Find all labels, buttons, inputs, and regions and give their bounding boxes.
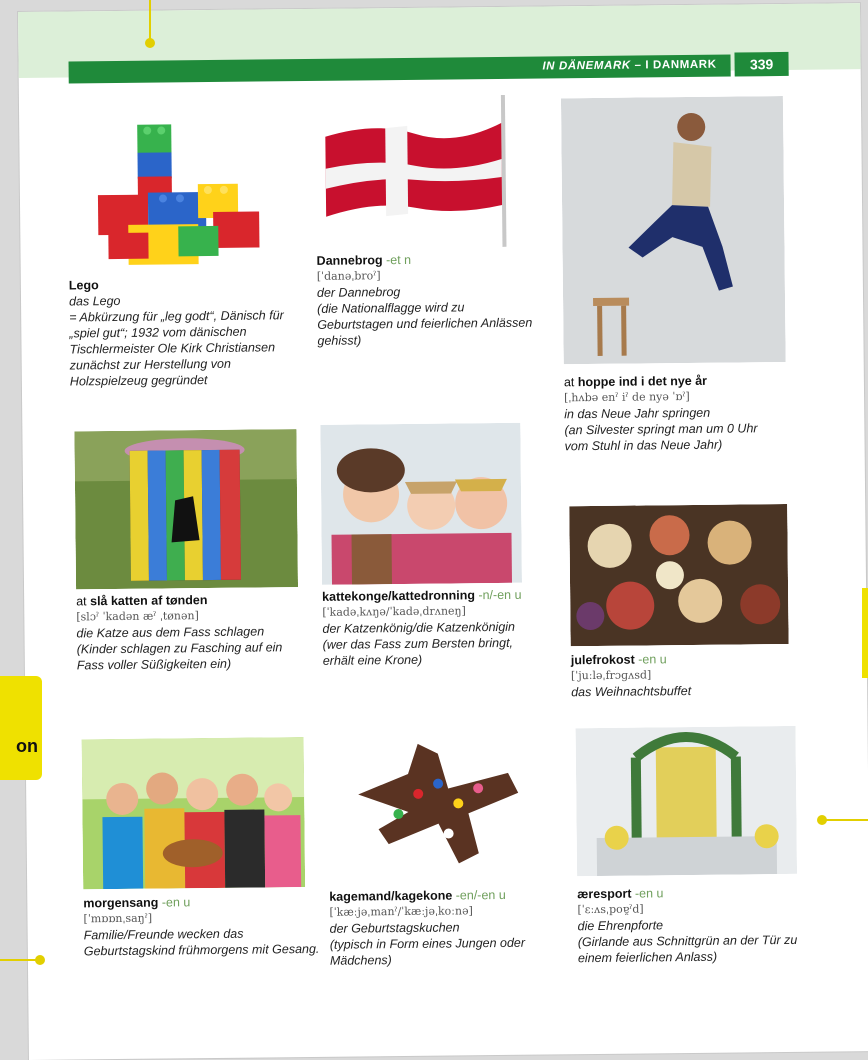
entry-note: (Girlande aus Schnittgrün an der Tür zu … [577, 932, 798, 966]
entry-note: (typisch in Form eines Jungen oder Mädch… [329, 935, 526, 968]
side-tab: on [0, 676, 42, 780]
entry-lego: Lego das Lego = Abkürzung für „leg godt“… [69, 275, 306, 389]
side-tab-right [862, 588, 868, 678]
entry-grammar: -en/-en u [452, 887, 506, 903]
entry-headword: hoppe ind i det nye år [577, 373, 708, 390]
hoppe-photo [560, 95, 786, 365]
entry-note: (wer das Fass zum Bersten bringt, erhält… [322, 635, 514, 668]
morgensang-photo [81, 737, 306, 890]
entry-headword: æresport [577, 886, 632, 902]
aeresport-photo [575, 725, 798, 877]
pin-dot [35, 955, 45, 965]
danish-flag-image [314, 94, 513, 249]
entry-headword: Lego [68, 278, 99, 293]
singing-friends-image [81, 737, 306, 890]
entry-grammar: -en u [634, 652, 667, 667]
dannebrog-photo [314, 94, 513, 249]
entry-kagemand: kagemand/kagekone -en/-en u [ˈkæːjəˌmanˀ… [329, 886, 570, 969]
entry-grammar: -en u [158, 895, 191, 910]
entry-note: (Kinder schlagen zu Fasching auf ein Fas… [76, 640, 283, 673]
entry-dannebrog: Dannebrog -et n [ˈdanəˌbroˀ] der Dannebr… [317, 251, 538, 349]
entry-headword: kattekonge/kattedronning [322, 588, 476, 604]
dictionary-page: IN DÄNEMARK – I DANMARK 339 Lego das Leg… [18, 3, 868, 1060]
entry-kattekonge: kattekonge/kattedronning -n/-en u [ˈkadə… [322, 587, 543, 669]
entry-translation: Familie/Freunde wecken das Geburtstagski… [83, 926, 320, 959]
jumping-man-image [560, 95, 786, 365]
page-number: 339 [734, 51, 789, 77]
entry-julefrokost: julefrokost -en u [ˈjuːləˌfrɔɡʌsd] das W… [571, 650, 791, 700]
kattekonge-photo [320, 422, 523, 585]
entry-hoppe: at hoppe ind i det nye år [ˌhʌbə enˀ iˀ … [564, 372, 785, 454]
slaa-photo [74, 429, 299, 590]
section-header-text: IN DÄNEMARK – I DANMARK [542, 59, 716, 73]
costumed-children-image [320, 422, 523, 585]
entry-aeresport: æresport -en u [ˈɛːʌsˌpoɐ̯ˀd] die Ehrenp… [577, 884, 818, 967]
cake-man-image [327, 732, 540, 883]
pin-line [822, 819, 868, 821]
decorated-door-image [575, 725, 798, 877]
pin-dot [817, 815, 827, 825]
pin-line [0, 959, 38, 961]
section-separator: – I [630, 59, 654, 72]
entry-grammar: -et n [382, 252, 412, 268]
entry-prefix: at [563, 375, 578, 390]
lego-photo [66, 103, 289, 274]
entry-morgensang: morgensang -en u [ˈmɒɒnˌsaŋˀ] Familie/Fr… [83, 893, 320, 959]
entry-headword: slå katten af tønden [90, 593, 208, 609]
kagemand-photo [327, 732, 540, 883]
side-tab-label: on [16, 736, 38, 756]
painted-barrel-image [74, 429, 299, 590]
entry-headword: julefrokost [570, 652, 635, 668]
pin-line [149, 0, 151, 40]
entry-note: (an Silvester springt man um 0 Uhr vom S… [564, 421, 758, 454]
pin-dot [145, 38, 155, 48]
entry-note: = Abkürzung für „leg godt“, Dänisch für … [69, 308, 284, 389]
entry-slaa: at slå katten af tønden [slɔˀ ˈkadən æˀ … [76, 591, 313, 673]
entry-grammar: -en u [631, 886, 664, 901]
christmas-buffet-image [569, 503, 789, 647]
entry-headword: Dannebrog [316, 253, 383, 268]
entry-grammar: -n/-en u [474, 587, 522, 603]
julefrokost-photo [569, 503, 789, 647]
section-title-de: IN DÄNEMARK [542, 59, 631, 73]
entry-prefix: at [76, 594, 91, 609]
lego-bricks-image [66, 103, 289, 274]
entry-translation: das Weihnachtsbuffet [571, 683, 692, 700]
section-title-dk: DANMARK [652, 58, 717, 72]
entry-headword: morgensang [83, 895, 159, 911]
entry-headword: kagemand/kagekone [329, 888, 453, 904]
entry-note: (die Nationalflagge wird zu Geburtstagen… [317, 300, 533, 348]
entry-term: kattekonge/kattedronning -n/-en u [322, 587, 542, 605]
